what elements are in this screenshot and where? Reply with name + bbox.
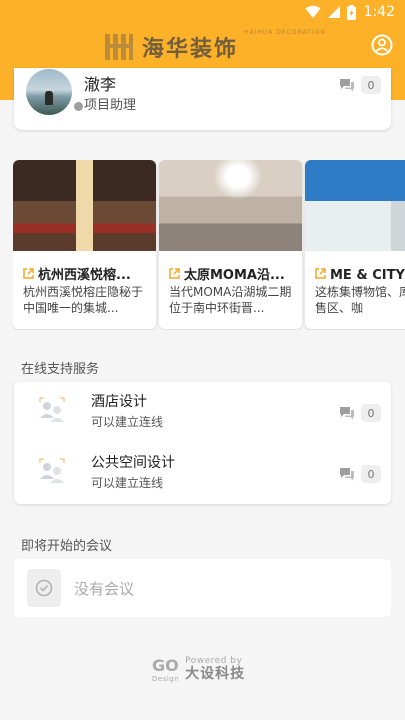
app-header: 海华装饰 HAIHUA DECORATION — [0, 24, 405, 68]
project-carousel[interactable]: 杭州西溪悦榕... 杭州西溪悦榕庄隐秘于中国唯一的集城... 太原MOMA沿..… — [13, 160, 405, 330]
wifi-icon — [305, 5, 321, 18]
chat-bubbles-icon — [340, 79, 354, 92]
avatar[interactable] — [26, 69, 72, 115]
external-link-icon — [23, 268, 34, 279]
logo-text: 海华装饰 — [142, 36, 239, 62]
project-card[interactable]: 太原MOMA沿... 当代MOMA沿湖城二期位于南中环街晋... — [159, 160, 302, 329]
signal-icon — [327, 6, 340, 18]
status-time: 1:42 — [363, 4, 395, 20]
project-title-text: 太原MOMA沿... — [184, 268, 285, 283]
chat-bubbles-icon — [340, 407, 354, 420]
project-image — [13, 160, 156, 251]
group-users-icon — [39, 397, 65, 422]
project-card[interactable]: ME & CITY设 这栋集博物馆、库、零售区、咖 — [305, 160, 405, 329]
project-title: 杭州西溪悦榕... — [23, 264, 151, 283]
user-role: 项目助理 — [84, 98, 137, 113]
service-name: 公共空间设计 — [91, 455, 175, 471]
logo-mark-icon — [105, 34, 133, 60]
service-message-count[interactable]: 0 — [339, 404, 381, 422]
group-users-icon — [39, 458, 65, 483]
user-message-count[interactable]: 0 — [339, 76, 381, 94]
service-item-hotel-design[interactable]: 酒店设计 可以建立连线 0 — [14, 382, 391, 442]
project-desc: 当代MOMA沿湖城二期位于南中环街晋... — [169, 285, 292, 315]
logo-subtext: HAIHUA DECORATION — [244, 29, 326, 36]
project-card[interactable]: 杭州西溪悦榕... 杭州西溪悦榕庄隐秘于中国唯一的集城... — [13, 160, 156, 329]
battery-icon — [346, 4, 356, 20]
user-card[interactable]: 澈李 项目助理 0 — [14, 68, 391, 130]
project-title: 太原MOMA沿... — [169, 264, 297, 283]
meetings-card: 没有会议 — [14, 559, 391, 617]
status-bar: 1:42 — [0, 0, 405, 24]
project-title: ME & CITY设 — [315, 264, 405, 283]
account-circle-icon[interactable] — [371, 34, 393, 56]
powered-by-brand: GO Design Powered by 大设科技 — [152, 654, 245, 684]
app-logo: 海华装饰 HAIHUA DECORATION — [104, 29, 325, 64]
service-subtitle: 可以建立连线 — [91, 415, 164, 429]
chat-bubbles-icon — [340, 468, 354, 481]
brand-name: 大设科技 — [185, 666, 246, 682]
powered-by-text: Powered by — [185, 656, 243, 666]
service-name: 酒店设计 — [91, 394, 147, 410]
no-meetings-text: 没有会议 — [74, 580, 135, 598]
service-message-count[interactable]: 0 — [339, 465, 381, 483]
message-count-badge: 0 — [361, 76, 381, 94]
meetings-section-title: 即将开始的会议 — [21, 539, 113, 554]
services-section-title: 在线支持服务 — [21, 362, 100, 377]
avatar-figure — [45, 91, 53, 105]
user-name: 澈李 — [84, 75, 117, 94]
project-title-text: ME & CITY设 — [330, 268, 405, 283]
go-design-logo: GO Design — [152, 656, 179, 683]
project-image — [159, 160, 302, 251]
project-title-text: 杭州西溪悦榕... — [38, 268, 131, 283]
service-item-public-space-design[interactable]: 公共空间设计 可以建立连线 0 — [14, 443, 391, 503]
service-subtitle: 可以建立连线 — [91, 476, 164, 490]
project-desc: 杭州西溪悦榕庄隐秘于中国唯一的集城... — [23, 285, 144, 315]
design-logo-text: Design — [152, 674, 180, 683]
message-count-badge: 0 — [361, 404, 381, 422]
project-desc: 这栋集博物馆、库、零售区、咖 — [315, 285, 405, 315]
external-link-icon — [315, 268, 326, 279]
external-link-icon — [169, 268, 180, 279]
message-count-badge: 0 — [361, 465, 381, 483]
meeting-icon-box — [27, 569, 61, 607]
go-logo-text: GO — [152, 655, 179, 675]
project-image — [305, 160, 405, 251]
check-circle-icon — [35, 579, 53, 597]
services-card: 酒店设计 可以建立连线 0 公共空间设计 可以建立连线 0 — [14, 382, 391, 504]
